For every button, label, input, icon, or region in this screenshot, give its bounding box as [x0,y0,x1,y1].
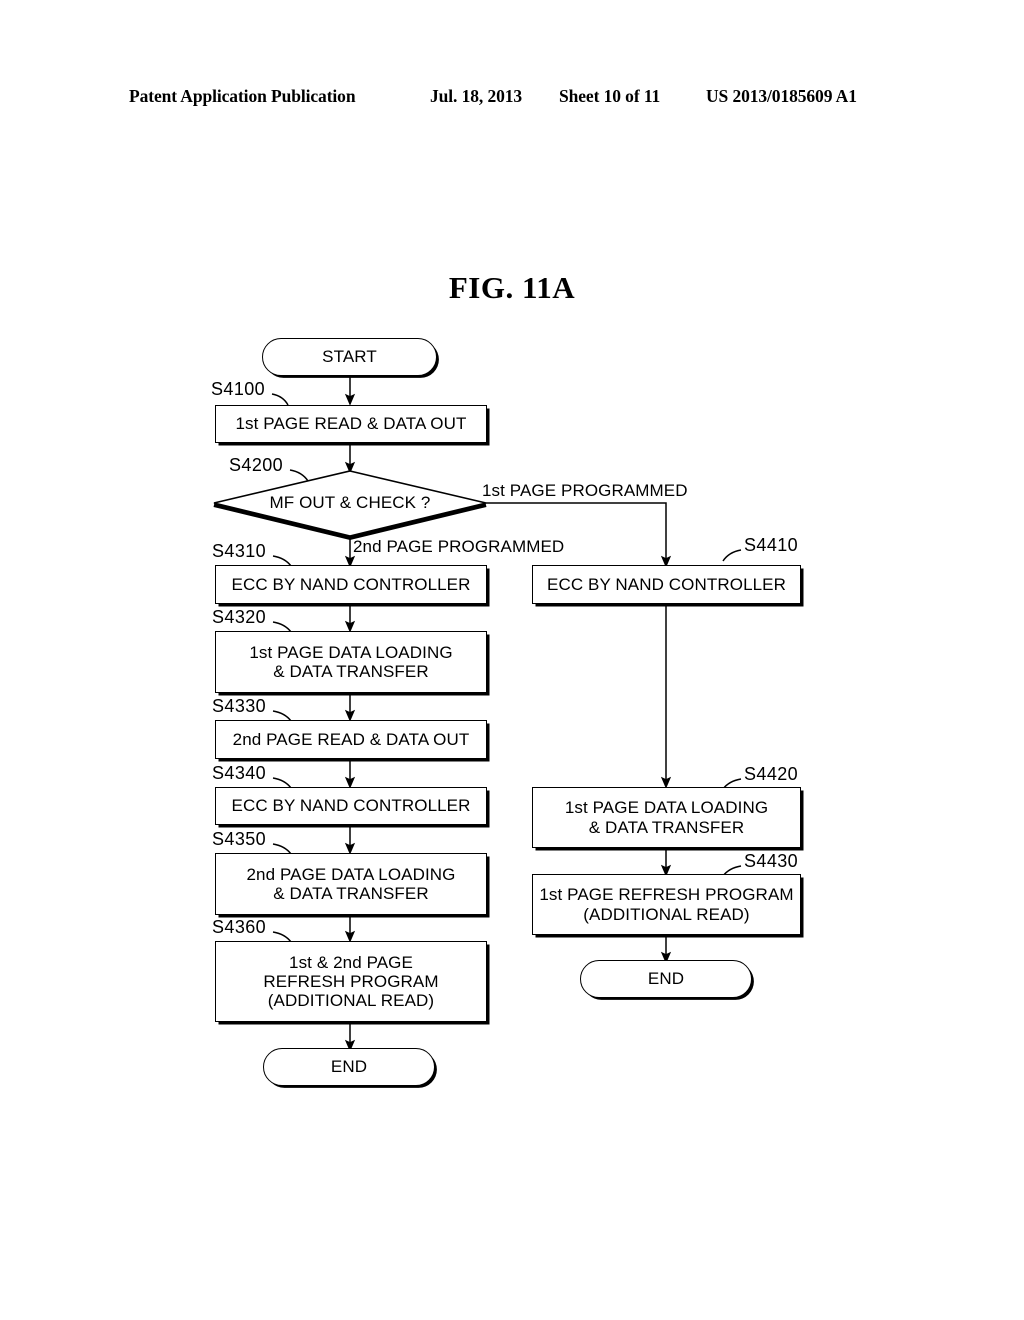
process-s4420-label: 1st PAGE DATA LOADING & DATA TRANSFER [564,798,769,837]
process-s4330-label: 2nd PAGE READ & DATA OUT [232,729,470,749]
terminal-end-right-label: END [647,969,685,989]
terminal-end-right[interactable]: END [580,960,752,998]
terminal-start-label: START [322,347,377,367]
process-s4410-label: ECC BY NAND CONTROLLER [547,574,786,594]
step-label-s4330: S4330 [212,696,267,716]
process-s4100-label: 1st PAGE READ & DATA OUT [235,414,467,434]
step-label-s4420: S4420 [744,764,799,784]
step-label-s4340: S4340 [212,763,267,783]
process-s4420[interactable]: 1st PAGE DATA LOADING & DATA TRANSFER [532,787,801,848]
flowchart-connectors [213,376,742,1052]
process-s4310-label: ECC BY NAND CONTROLLER [231,574,471,594]
step-label-s4200: S4200 [229,455,284,475]
step-label-s4320: S4320 [212,607,267,627]
step-label-s4310: S4310 [212,541,267,561]
step-label-s4350: S4350 [212,829,267,849]
process-s4430-label: 1st PAGE REFRESH PROGRAM (ADDITIONAL REA… [539,885,794,924]
step-label-s4410: S4410 [744,535,799,555]
terminal-end-left[interactable]: END [263,1048,435,1086]
step-label-s4430: S4430 [744,851,799,871]
process-s4350-label: 2nd PAGE DATA LOADING & DATA TRANSFER [246,864,456,903]
process-s4100[interactable]: 1st PAGE READ & DATA OUT [215,405,487,443]
process-s4340[interactable]: ECC BY NAND CONTROLLER [215,787,487,825]
process-s4350[interactable]: 2nd PAGE DATA LOADING & DATA TRANSFER [215,853,487,915]
branch-label-second-page-programmed: 2nd PAGE PROGRAMMED [353,537,565,556]
process-s4360[interactable]: 1st & 2nd PAGE REFRESH PROGRAM (ADDITION… [215,941,487,1022]
process-s4340-label: ECC BY NAND CONTROLLER [231,796,471,816]
terminal-end-left-label: END [330,1057,368,1077]
process-s4360-label: 1st & 2nd PAGE REFRESH PROGRAM (ADDITION… [263,952,439,1011]
process-s4410[interactable]: ECC BY NAND CONTROLLER [532,565,801,604]
process-s4320[interactable]: 1st PAGE DATA LOADING & DATA TRANSFER [215,631,487,693]
terminal-start[interactable]: START [262,338,437,376]
process-s4330[interactable]: 2nd PAGE READ & DATA OUT [215,720,487,759]
process-s4320-label: 1st PAGE DATA LOADING & DATA TRANSFER [249,642,453,681]
decision-label: MF OUT & CHECK ? [269,493,431,512]
process-s4310[interactable]: ECC BY NAND CONTROLLER [215,565,487,604]
leader-s4410 [722,549,742,562]
step-label-s4360: S4360 [212,917,267,937]
process-s4430[interactable]: 1st PAGE REFRESH PROGRAM (ADDITIONAL REA… [532,874,801,935]
step-label-s4100: S4100 [211,379,266,399]
branch-label-first-page-programmed: 1st PAGE PROGRAMMED [482,481,688,500]
leader-s4200 [289,469,309,482]
leader-s4100 [271,393,289,406]
